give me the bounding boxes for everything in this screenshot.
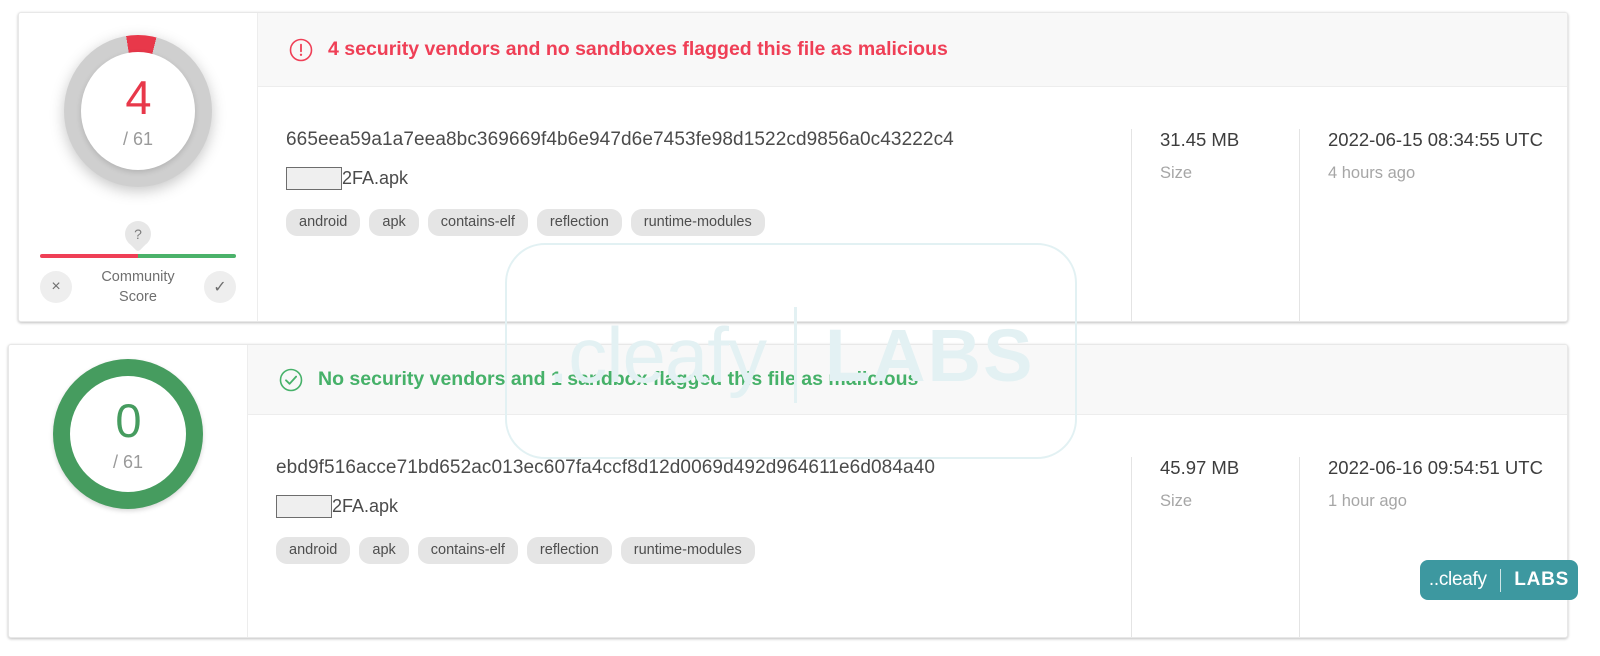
file-date-relative: 4 hours ago — [1328, 164, 1416, 182]
file-meta: 31.45 MB Size 2022-06-15 08:34:55 UTC 4 … — [1131, 87, 1567, 321]
file-tag[interactable]: android — [276, 537, 351, 564]
detection-score-column: 0 / 61 ? × Community Score — [9, 345, 247, 637]
community-score-label-line1: Community — [101, 269, 175, 285]
alert-circle-icon — [288, 37, 314, 63]
detection-total: / 61 — [112, 452, 144, 472]
file-tag[interactable]: apk — [369, 209, 419, 236]
file-tag[interactable]: android — [286, 209, 361, 236]
badge-divider — [1499, 568, 1502, 592]
file-size-label: Size — [1160, 492, 1193, 510]
file-size-value: 45.97 MB — [1160, 457, 1240, 478]
detection-score-column: 4 / 61 ? × Community Score ✓ — [19, 13, 257, 321]
file-tag[interactable]: apk — [359, 537, 409, 564]
file-tag[interactable]: reflection — [526, 537, 612, 564]
file-hash[interactable]: 665eea59a1a7eea8bc369669f4b6e947d6e7453f… — [286, 129, 1131, 151]
file-hash[interactable]: ebd9f516acce71bd652ac013ec607fa4ccf8d12d… — [276, 457, 1131, 479]
redaction-box — [276, 495, 332, 518]
detection-score-donut: 0 / 61 — [53, 359, 203, 509]
file-name-row: 2FA.apk — [286, 167, 1131, 190]
file-identity: ebd9f516acce71bd652ac013ec607fa4ccf8d12d… — [248, 415, 1131, 637]
file-details-column: 4 security vendors and no sandboxes flag… — [257, 13, 1567, 321]
badge-labs-text: LABS — [1514, 569, 1570, 590]
file-size-label: Size — [1160, 164, 1193, 182]
file-name-row: 2FA.apk — [276, 495, 1131, 518]
badge-brand-text: ..cleafy — [1428, 569, 1487, 590]
check-circle-icon — [278, 367, 304, 393]
cleafy-labs-badge: ..cleafy LABS — [1420, 560, 1578, 600]
file-size-value: 31.45 MB — [1160, 129, 1240, 150]
verdict-banner: 4 security vendors and no sandboxes flag… — [258, 13, 1567, 87]
community-upvote-button[interactable]: ✓ — [204, 271, 236, 303]
file-meta: 45.97 MB Size 2022-06-16 09:54:51 UTC 1 … — [1131, 415, 1567, 637]
file-date-cell: 2022-06-15 08:34:55 UTC 4 hours ago — [1299, 129, 1567, 321]
file-report-card[interactable]: 4 / 61 ? × Community Score ✓ 4 security … — [18, 12, 1568, 322]
community-score-label-line2: Score — [119, 289, 157, 305]
file-tag[interactable]: reflection — [536, 209, 622, 236]
detection-score-text: 4 / 61 — [123, 74, 153, 148]
file-tags: android apk contains-elf reflection runt… — [286, 209, 1131, 236]
detection-count: 4 — [125, 71, 151, 124]
detection-score-text: 0 / 61 — [113, 397, 143, 471]
file-body: ebd9f516acce71bd652ac013ec607fa4ccf8d12d… — [248, 415, 1567, 637]
file-name: 2FA.apk — [332, 496, 399, 516]
detection-total: / 61 — [122, 129, 154, 149]
verdict-text: 4 security vendors and no sandboxes flag… — [328, 38, 948, 60]
file-size-cell: 45.97 MB Size — [1131, 457, 1299, 637]
file-date-relative: 1 hour ago — [1328, 492, 1407, 510]
community-downvote-button[interactable]: × — [40, 271, 72, 303]
file-date-cell: 2022-06-16 09:54:51 UTC 1 hour ago — [1299, 457, 1567, 637]
file-name: 2FA.apk — [342, 168, 409, 188]
community-score-bar — [40, 254, 236, 258]
file-date-value: 2022-06-15 08:34:55 UTC — [1328, 129, 1543, 150]
close-icon: × — [51, 278, 61, 295]
detection-score-donut: 4 / 61 — [64, 35, 212, 187]
community-score-widget[interactable]: ? × Community Score ✓ — [40, 221, 236, 307]
redaction-box — [286, 167, 342, 190]
detection-count: 0 — [115, 394, 141, 447]
file-identity: 665eea59a1a7eea8bc369669f4b6e947d6e7453f… — [258, 87, 1131, 321]
file-tag[interactable]: runtime-modules — [620, 537, 755, 564]
community-score-label: Community Score — [72, 267, 204, 307]
verdict-banner: No security vendors and 1 sandbox flagge… — [248, 345, 1567, 415]
community-score-marker-icon: ? — [125, 221, 151, 253]
community-score-marker-label: ? — [134, 226, 142, 242]
file-date-value: 2022-06-16 09:54:51 UTC — [1328, 457, 1543, 478]
file-details-column: No security vendors and 1 sandbox flagge… — [247, 345, 1567, 637]
file-tag[interactable]: runtime-modules — [630, 209, 765, 236]
verdict-text: No security vendors and 1 sandbox flagge… — [318, 368, 919, 390]
community-score-row: × Community Score ✓ — [40, 267, 236, 307]
file-size-cell: 31.45 MB Size — [1131, 129, 1299, 321]
file-tag[interactable]: contains-elf — [417, 537, 518, 564]
check-icon: ✓ — [213, 279, 227, 296]
file-tag[interactable]: contains-elf — [427, 209, 528, 236]
screenshot-root: 4 / 61 ? × Community Score ✓ 4 security … — [0, 0, 1600, 656]
file-tags: android apk contains-elf reflection runt… — [276, 537, 1131, 564]
file-report-card[interactable]: 0 / 61 ? × Community Score — [8, 344, 1568, 638]
file-body: 665eea59a1a7eea8bc369669f4b6e947d6e7453f… — [258, 87, 1567, 321]
